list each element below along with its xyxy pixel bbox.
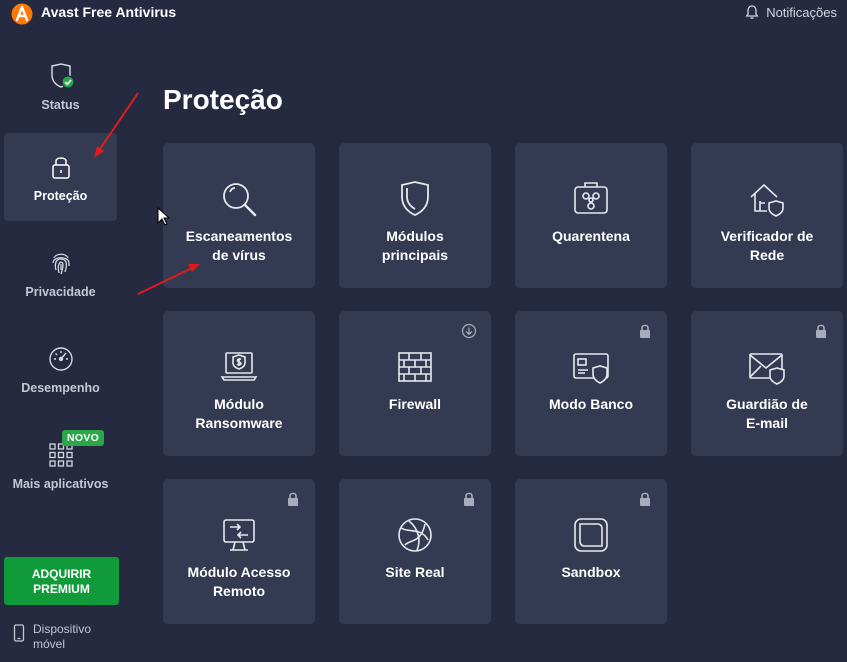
annotation-arrow-icon xyxy=(137,264,200,295)
annotation-arrow-icon xyxy=(94,92,139,158)
tile-network-inspector[interactable]: Verificador de Rede xyxy=(691,143,843,288)
tile-label: Módulo Ransomware xyxy=(195,396,283,431)
tile-label: Verificador de Rede xyxy=(720,228,814,263)
page-title: Proteção xyxy=(163,84,283,115)
bell-icon xyxy=(745,5,759,19)
get-premium-button[interactable]: ADQUIRIR PREMIUM xyxy=(4,557,119,605)
phone-icon xyxy=(13,624,25,642)
notifications-button[interactable]: Notificações xyxy=(744,4,837,20)
premium-label-line2: PREMIUM xyxy=(33,582,90,596)
globe-icon xyxy=(398,518,432,552)
laptop-dollar-shield-icon xyxy=(220,352,258,381)
avast-logo-icon xyxy=(11,3,33,25)
tile-label: Site Real xyxy=(385,564,445,580)
mobile-label-line2: móvel xyxy=(33,637,66,651)
sidebar-item-privacidade[interactable]: Privacidade xyxy=(4,229,117,317)
lock-icon xyxy=(640,492,650,506)
download-icon xyxy=(461,323,477,339)
remote-monitor-icon xyxy=(223,519,255,551)
tile-label: Firewall xyxy=(388,396,442,412)
title-bar: Avast Free Antivirus Notificações xyxy=(0,0,847,28)
tile-label: Sandbox xyxy=(561,564,621,580)
tile-core-shields[interactable]: Módulos principais xyxy=(339,143,491,288)
lock-icon xyxy=(288,492,298,506)
sidebar-item-label: Privacidade xyxy=(25,285,96,299)
tile-label: Modo Banco xyxy=(549,396,633,412)
notifications-label: Notificações xyxy=(766,4,837,20)
sidebar-item-label: Desempenho xyxy=(21,381,100,395)
tile-bank-mode[interactable]: Modo Banco xyxy=(515,311,667,456)
lock-icon xyxy=(816,324,826,338)
tile-sandbox[interactable]: Sandbox xyxy=(515,479,667,624)
speedometer-icon xyxy=(49,347,73,371)
tile-label: Módulo Acesso Remoto xyxy=(187,564,291,599)
app-title: Avast Free Antivirus xyxy=(41,4,177,20)
fingerprint-icon xyxy=(52,253,70,275)
envelope-shield-icon xyxy=(749,353,785,385)
shield-icon xyxy=(401,181,429,216)
sandbox-box-icon xyxy=(574,518,608,552)
mobile-device-link[interactable]: Dispositivo móvel xyxy=(13,622,91,652)
mobile-label-line1: Dispositivo xyxy=(33,622,92,636)
tile-quarantine[interactable]: Quarentena xyxy=(515,143,667,288)
sidebar-item-label: Mais aplicativos xyxy=(12,477,109,491)
brick-wall-icon xyxy=(398,352,432,382)
shield-check-icon xyxy=(51,63,75,89)
lock-icon xyxy=(52,157,70,179)
magnifier-icon xyxy=(223,183,257,217)
lock-icon xyxy=(464,492,474,506)
tile-remote-access-shield[interactable]: Módulo Acesso Remoto xyxy=(163,479,315,624)
sidebar-item-desempenho[interactable]: Desempenho xyxy=(4,325,117,413)
tile-label: Quarentena xyxy=(552,228,630,244)
tile-real-site[interactable]: Site Real xyxy=(339,479,491,624)
lock-icon xyxy=(640,324,650,338)
tile-firewall[interactable]: Firewall xyxy=(339,311,491,456)
tile-email-guardian[interactable]: Guardião de E-mail xyxy=(691,311,843,456)
biohazard-box-icon xyxy=(574,182,608,214)
premium-label-line1: ADQUIRIR xyxy=(31,567,92,581)
tile-ransomware-shield[interactable]: Módulo Ransomware xyxy=(163,311,315,456)
tile-label: Módulos principais xyxy=(381,228,449,263)
sidebar-item-label: Proteção xyxy=(33,189,88,203)
card-shield-icon xyxy=(573,353,609,384)
new-badge: NOVO xyxy=(62,430,105,446)
tile-label: Guardião de E-mail xyxy=(726,396,808,431)
house-network-shield-icon xyxy=(750,183,784,217)
mouse-cursor-icon xyxy=(157,207,171,226)
